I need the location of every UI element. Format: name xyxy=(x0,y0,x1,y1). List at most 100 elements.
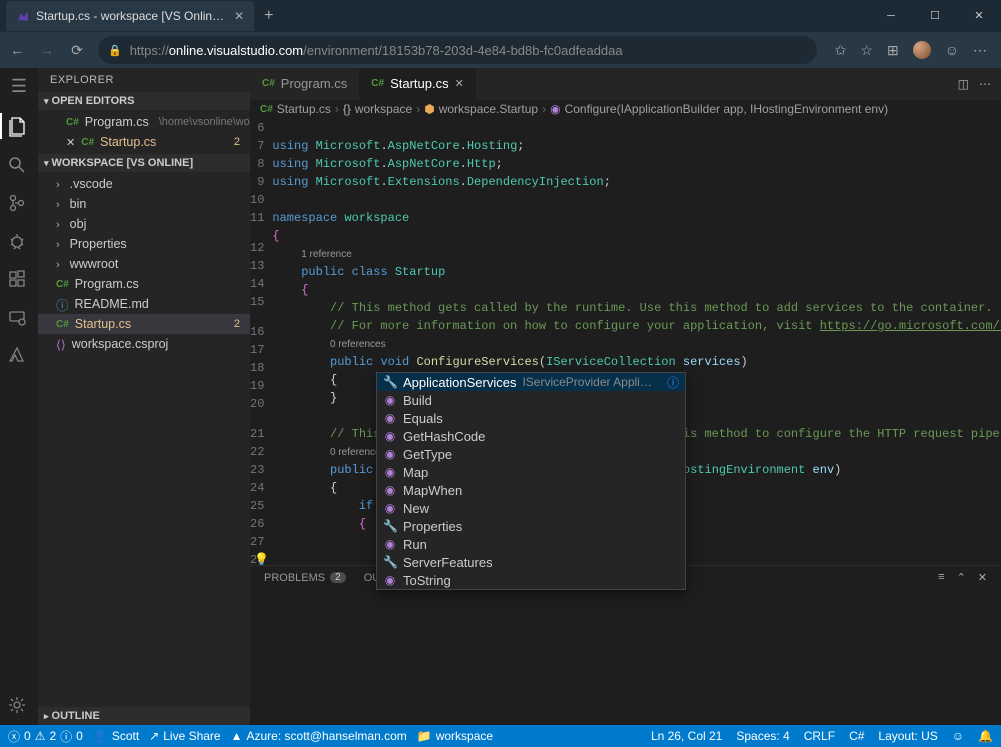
editor-tab[interactable]: C# Program.cs xyxy=(250,68,359,100)
browser-tab[interactable]: Startup.cs - workspace [VS Onlin… ✕ xyxy=(6,1,254,31)
menu-icon[interactable]: ☰ xyxy=(7,76,31,97)
intellisense-item[interactable]: ◉Equals xyxy=(377,409,685,427)
csharp-file-icon: C# xyxy=(262,68,275,100)
azure-icon[interactable] xyxy=(7,345,31,365)
workspace-header[interactable]: ▾WORKSPACE [VS ONLINE] xyxy=(38,154,250,172)
status-user[interactable]: 👤 Scott xyxy=(93,729,139,743)
open-editors-header[interactable]: ▾OPEN EDITORS xyxy=(38,92,250,110)
status-cursor[interactable]: Ln 26, Col 21 xyxy=(651,729,722,743)
intellisense-item[interactable]: ◉Build xyxy=(377,391,685,409)
profile-avatar[interactable] xyxy=(913,41,931,59)
tree-item[interactable]: ⓘREADME.md xyxy=(38,294,250,314)
more-actions-icon[interactable]: ⋯ xyxy=(979,77,991,91)
minimize-button[interactable]: ─ xyxy=(869,0,913,32)
tree-item[interactable]: wwwroot xyxy=(38,254,250,274)
panel-filter-icon[interactable]: ≡ xyxy=(938,571,944,584)
activity-bar: ☰ xyxy=(0,68,38,725)
intellisense-item[interactable]: ◉Run xyxy=(377,535,685,553)
status-spaces[interactable]: Spaces: 4 xyxy=(736,729,789,743)
status-errors[interactable]: ⓧ 0 ⚠ 2 ⓘ 0 xyxy=(8,728,83,745)
back-button[interactable]: ← xyxy=(8,42,26,58)
editor-tab[interactable]: C# Startup.cs ✕ xyxy=(359,68,476,100)
editor-actions: ◫ ⋯ xyxy=(958,77,1001,91)
intellisense-item[interactable]: ◉GetType xyxy=(377,445,685,463)
intellisense-item[interactable]: ◉ToString xyxy=(377,571,685,589)
browser-tab-title: Startup.cs - workspace [VS Onlin… xyxy=(36,9,224,23)
status-bell-icon[interactable]: 🔔 xyxy=(978,729,993,743)
csharp-file-icon: C# xyxy=(371,68,384,100)
feedback-icon[interactable]: ☺ xyxy=(945,42,959,58)
browser-menu-icon[interactable]: ⋯ xyxy=(973,42,987,59)
source-control-icon[interactable] xyxy=(7,193,31,213)
explorer-sidebar: EXPLORER ▾OPEN EDITORS C# Program.cs \ho… xyxy=(38,68,250,725)
status-folder[interactable]: 📁 workspace xyxy=(417,729,493,743)
editor-tabs: C# Program.cs C# Startup.cs ✕ ◫ ⋯ xyxy=(250,68,1001,100)
url-input[interactable]: 🔒 https://online.visualstudio.com/enviro… xyxy=(98,36,817,64)
status-liveshare[interactable]: ↗ Live Share xyxy=(149,729,220,743)
intellisense-item[interactable]: 🔧ApplicationServicesIServiceProvider App… xyxy=(377,373,685,391)
status-feedback-icon[interactable]: ☺ xyxy=(952,729,964,743)
file-tree: .vscodebinobjPropertieswwwrootC#Program.… xyxy=(38,172,250,356)
intellisense-item[interactable]: 🔧ServerFeatures xyxy=(377,553,685,571)
status-eol[interactable]: CRLF xyxy=(804,729,835,743)
forward-button[interactable]: → xyxy=(38,42,56,58)
status-lang[interactable]: C# xyxy=(849,729,864,743)
status-azure[interactable]: ▲ Azure: scott@hanselman.com xyxy=(231,729,407,743)
csharp-file-icon: C# xyxy=(260,104,273,115)
browser-actions: ✩ ☆ ⊞ ☺ ⋯ xyxy=(829,41,993,59)
panel-close-icon[interactable]: ✕ xyxy=(978,571,987,584)
tree-item[interactable]: C#Program.cs xyxy=(38,274,250,294)
close-tab-icon[interactable]: ✕ xyxy=(455,68,464,100)
panel-maximize-icon[interactable]: ⌃ xyxy=(957,571,966,584)
tree-item[interactable]: .vscode xyxy=(38,174,250,194)
window-controls: ─ ☐ ✕ xyxy=(869,0,1001,32)
split-editor-icon[interactable]: ◫ xyxy=(958,77,969,91)
vs-online-icon xyxy=(16,9,30,23)
open-editor-item[interactable]: C# Program.cs \home\vsonline\workspace xyxy=(38,112,250,132)
tree-item[interactable]: ⟨⟩workspace.csproj xyxy=(38,334,250,354)
intellisense-popup[interactable]: 🔧ApplicationServicesIServiceProvider App… xyxy=(376,372,686,590)
refresh-button[interactable]: ⟳ xyxy=(68,42,86,59)
browser-tab-bar: Startup.cs - workspace [VS Onlin… ✕ + ─ … xyxy=(0,0,1001,32)
sidebar-title: EXPLORER xyxy=(38,68,250,92)
outline-header[interactable]: ▸OUTLINE xyxy=(38,707,250,725)
breadcrumb[interactable]: C# Startup.cs › {} workspace › ⬢ workspa… xyxy=(250,100,1001,119)
lightbulb-icon[interactable]: 💡 xyxy=(254,551,269,565)
tree-item[interactable]: bin xyxy=(38,194,250,214)
favorite-icon[interactable]: ☆ xyxy=(860,42,873,59)
status-bar: ⓧ 0 ⚠ 2 ⓘ 0 👤 Scott ↗ Live Share ▲ Azure… xyxy=(0,725,1001,747)
read-aloud-icon[interactable]: ✩ xyxy=(835,42,847,59)
intellisense-item[interactable]: ◉Map xyxy=(377,463,685,481)
intellisense-item[interactable]: 🔧Properties xyxy=(377,517,685,535)
search-icon[interactable] xyxy=(7,155,31,175)
open-editor-item[interactable]: ✕ C# Startup.cs 2 xyxy=(38,132,250,152)
close-icon[interactable]: ✕ xyxy=(66,136,75,149)
lock-icon: 🔒 xyxy=(108,44,122,57)
intellisense-item[interactable]: ◉MapWhen xyxy=(377,481,685,499)
url-text: https://online.visualstudio.com/environm… xyxy=(130,43,623,58)
status-layout[interactable]: Layout: US xyxy=(878,729,937,743)
tree-item[interactable]: C#Startup.cs2 xyxy=(38,314,250,334)
intellisense-item[interactable]: ◉GetHashCode xyxy=(377,427,685,445)
collections-icon[interactable]: ⊞ xyxy=(887,42,899,59)
close-tab-icon[interactable]: ✕ xyxy=(234,9,244,23)
debug-icon[interactable] xyxy=(7,231,31,251)
remote-icon[interactable] xyxy=(7,307,31,327)
address-bar: ← → ⟳ 🔒 https://online.visualstudio.com/… xyxy=(0,32,1001,68)
csharp-file-icon: C# xyxy=(56,319,69,330)
extensions-icon[interactable] xyxy=(7,269,31,289)
close-window-button[interactable]: ✕ xyxy=(957,0,1001,32)
intellisense-item[interactable]: ◉New xyxy=(377,499,685,517)
panel-tab-problems[interactable]: PROBLEMS 2 xyxy=(264,572,346,584)
open-editors-list: C# Program.cs \home\vsonline\workspace ✕… xyxy=(38,110,250,154)
maximize-button[interactable]: ☐ xyxy=(913,0,957,32)
csharp-file-icon: C# xyxy=(81,137,94,148)
browser-chrome: Startup.cs - workspace [VS Onlin… ✕ + ─ … xyxy=(0,0,1001,68)
settings-icon[interactable] xyxy=(7,695,31,715)
tree-item[interactable]: Properties xyxy=(38,234,250,254)
line-gutter: 6789101112131415161718192021222324252627… xyxy=(250,119,272,565)
new-tab-button[interactable]: + xyxy=(254,7,283,25)
explorer-icon[interactable] xyxy=(7,115,31,137)
tree-item[interactable]: obj xyxy=(38,214,250,234)
csharp-file-icon: C# xyxy=(66,117,79,128)
